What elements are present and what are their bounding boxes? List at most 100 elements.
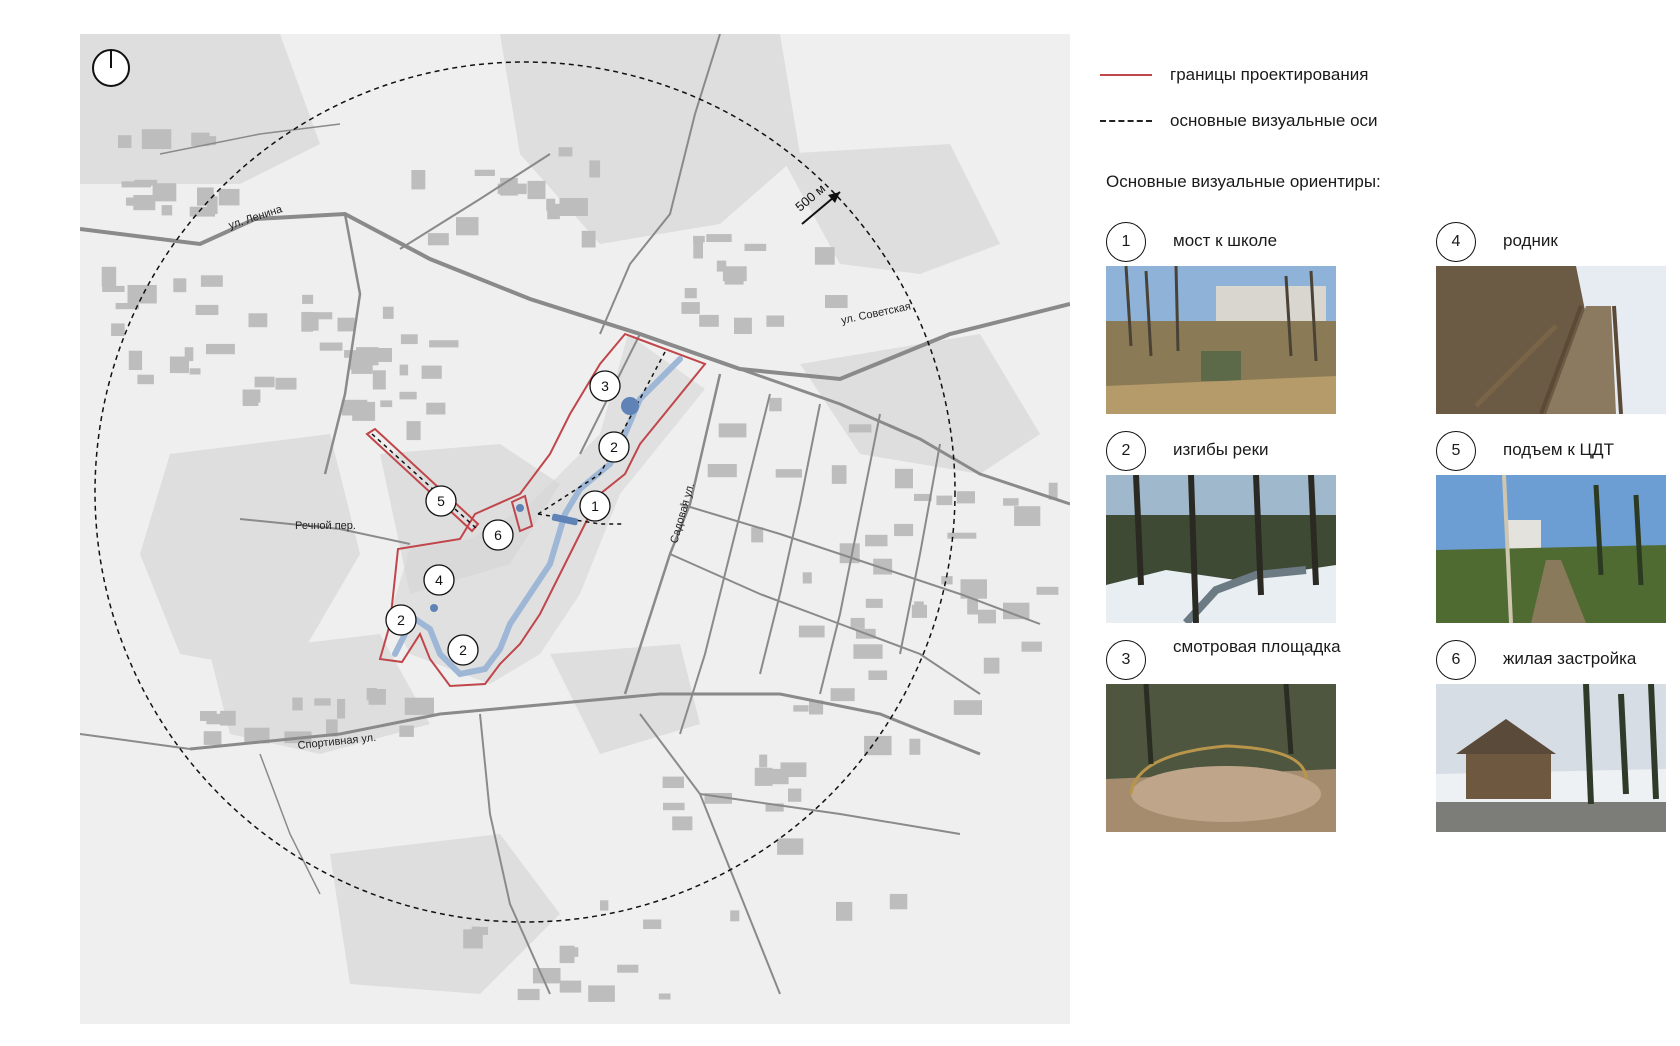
building <box>102 285 125 292</box>
building <box>617 964 639 973</box>
building <box>831 465 847 484</box>
building <box>836 901 853 921</box>
legend-boundary-label: границы проектирования <box>1170 65 1369 84</box>
building <box>559 980 582 993</box>
north-arrow-icon <box>92 49 130 87</box>
building <box>218 188 240 206</box>
building <box>766 315 785 327</box>
legend-axes: основные визуальные оси <box>1100 106 1378 136</box>
building <box>421 365 442 379</box>
building <box>429 340 459 348</box>
map-marker-3[interactable]: 3 <box>589 370 621 402</box>
building <box>1021 641 1042 652</box>
building <box>411 170 426 190</box>
svg-text:4: 4 <box>435 572 443 588</box>
landmark-number: 5 <box>1436 431 1476 471</box>
building <box>352 401 376 421</box>
building <box>788 788 802 802</box>
building <box>118 135 132 148</box>
landmark-label: родник <box>1503 231 1558 250</box>
building <box>350 350 368 370</box>
building <box>956 491 975 504</box>
building <box>427 233 449 246</box>
landmark-label: жилая застройка <box>1503 649 1637 668</box>
building <box>380 400 393 408</box>
building <box>161 205 173 216</box>
map-canvas: 500 м ул. Ленина ул. Советская Садовая у… <box>80 34 1070 1002</box>
building <box>275 377 297 390</box>
street-label-sovetskaya: ул. Советская <box>840 300 912 326</box>
landmark-card-4[interactable]: 4 родник <box>1430 218 1670 414</box>
map-marker-1[interactable]: 1 <box>579 490 611 522</box>
building <box>581 230 596 248</box>
landmark-number: 3 <box>1106 640 1146 680</box>
building <box>559 945 575 964</box>
building <box>1014 506 1041 526</box>
building <box>517 988 540 1001</box>
building <box>254 376 275 388</box>
building <box>305 312 319 331</box>
landmark-number: 6 <box>1436 640 1476 680</box>
landmark-label: мост к школе <box>1173 231 1278 250</box>
building <box>706 234 732 242</box>
building <box>744 243 767 251</box>
landmark-photo-bridge <box>1106 266 1336 414</box>
building <box>399 391 417 400</box>
landmark-card-6[interactable]: 6 жилая застройка <box>1430 636 1670 832</box>
svg-text:5: 5 <box>437 493 445 509</box>
building <box>203 731 222 745</box>
building <box>865 534 888 547</box>
building <box>775 469 802 478</box>
landmark-card-5[interactable]: 5 подъем к ЦДТ <box>1430 427 1670 623</box>
building <box>189 368 201 375</box>
landmark-card-1[interactable]: 1 мост к школе <box>1100 218 1340 414</box>
building <box>947 532 977 539</box>
building <box>128 350 143 370</box>
map-marker-4[interactable]: 4 <box>423 564 455 596</box>
building <box>220 710 236 726</box>
building <box>127 285 157 304</box>
landmark-card-3[interactable]: 3 смотровая площадка <box>1100 636 1341 832</box>
building <box>1036 586 1059 595</box>
map-marker-2b[interactable]: 2 <box>385 604 417 636</box>
building <box>242 395 259 406</box>
building <box>406 421 421 441</box>
building <box>850 617 865 629</box>
building <box>643 919 662 929</box>
building <box>658 993 671 1000</box>
building <box>137 374 154 385</box>
building <box>600 900 609 911</box>
svg-text:6: 6 <box>494 527 502 543</box>
building <box>466 935 477 946</box>
building <box>1003 498 1019 506</box>
building <box>141 129 172 149</box>
building <box>399 725 414 737</box>
building <box>830 688 855 702</box>
building <box>911 604 927 618</box>
building <box>474 169 495 176</box>
landmark-number: 4 <box>1436 222 1476 262</box>
legend-axes-label: основные визуальные оси <box>1170 111 1378 130</box>
building <box>134 179 158 186</box>
map-marker-2c[interactable]: 2 <box>447 634 479 666</box>
map-marker-2[interactable]: 2 <box>598 431 630 463</box>
map-panel[interactable]: 500 м ул. Ленина ул. Советская Садовая у… <box>80 34 1070 1024</box>
map-marker-5[interactable]: 5 <box>425 485 457 517</box>
building <box>734 317 752 334</box>
building <box>681 302 700 314</box>
map-marker-6[interactable]: 6 <box>482 519 514 551</box>
building <box>173 278 187 293</box>
landmark-photo-ascent <box>1436 475 1666 623</box>
building <box>865 598 883 608</box>
building <box>558 147 573 157</box>
svg-text:1: 1 <box>591 498 599 514</box>
legend-axes-swatch <box>1100 120 1152 122</box>
landmark-photo-river <box>1106 475 1336 623</box>
landmark-photo-viewpoint <box>1106 684 1336 832</box>
legend-boundary-swatch <box>1100 74 1152 76</box>
building <box>868 670 888 680</box>
landmark-card-2[interactable]: 2 изгибы реки <box>1100 427 1340 623</box>
building <box>101 266 117 287</box>
building <box>814 247 835 265</box>
building <box>365 348 392 362</box>
